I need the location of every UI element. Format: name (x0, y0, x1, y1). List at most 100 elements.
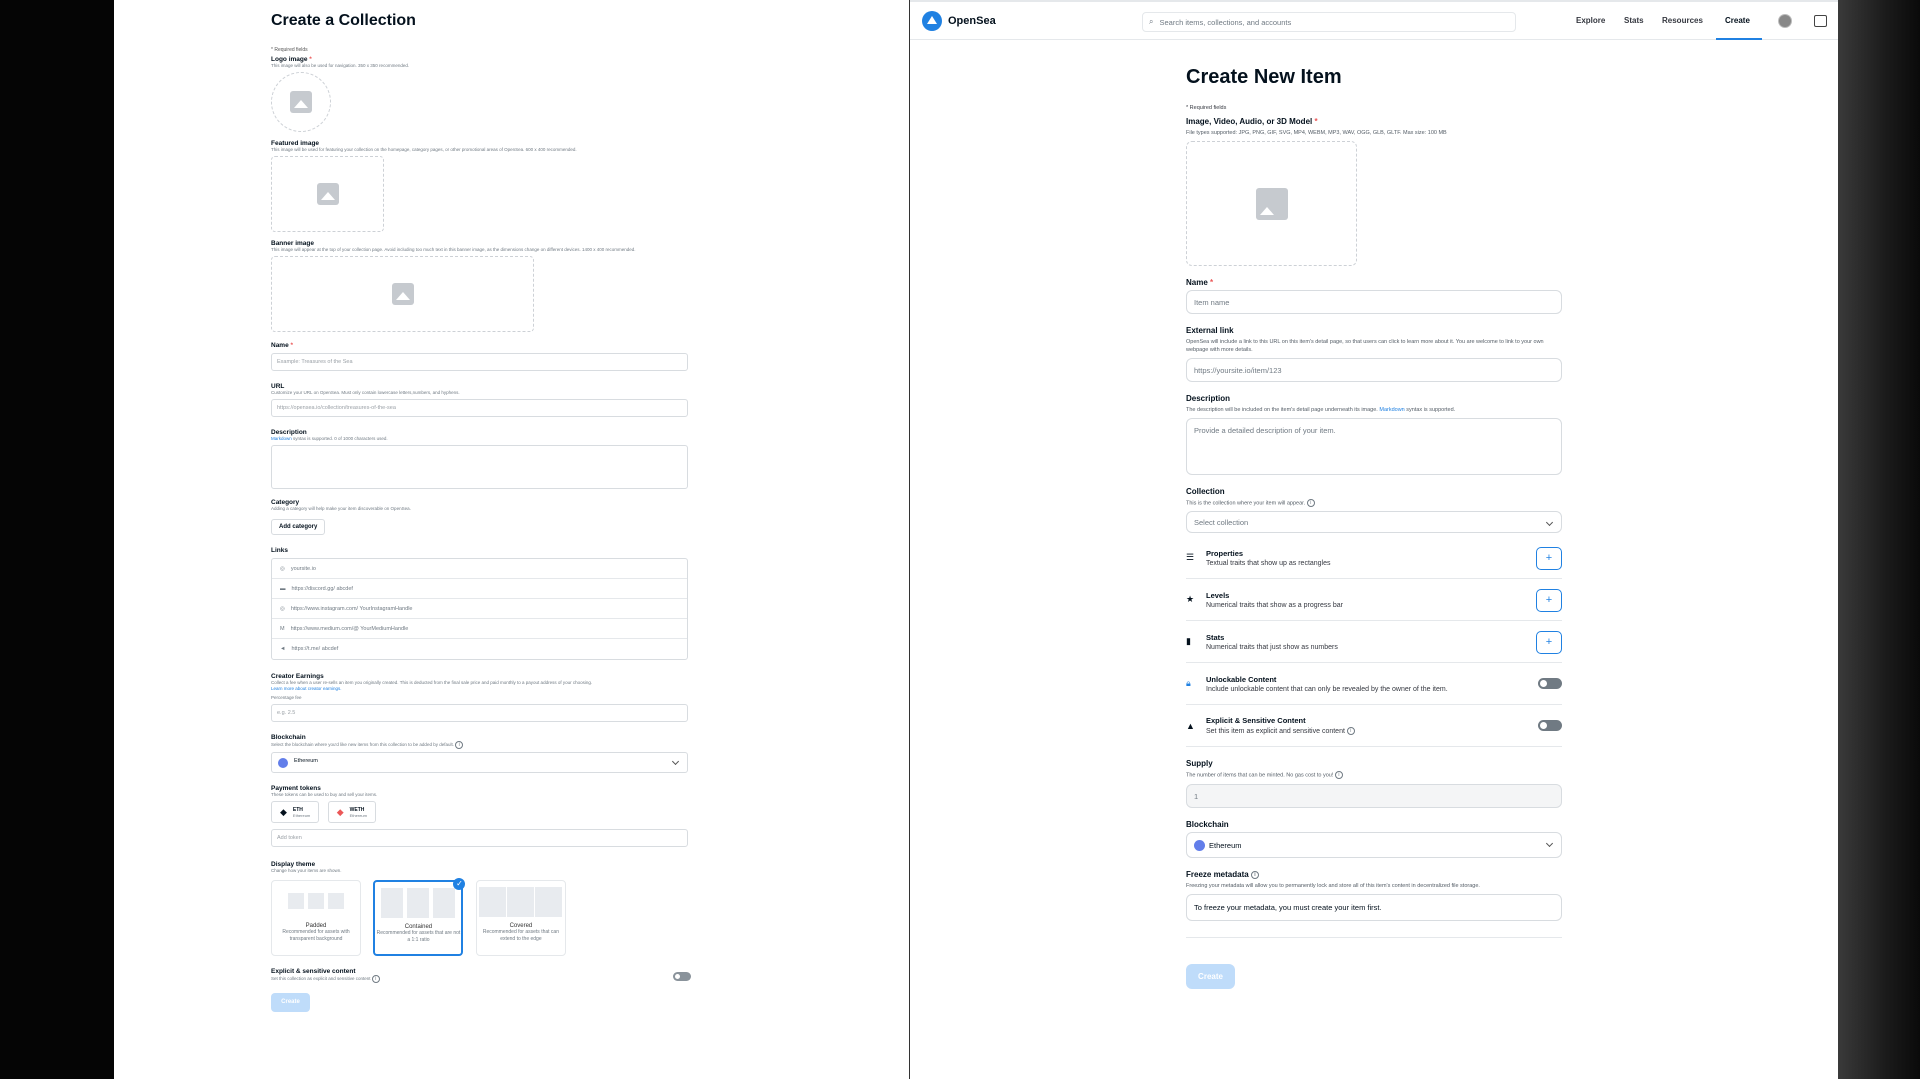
link-medium[interactable]: Mhttps://www.medium.com/@ YourMediumHand… (272, 619, 687, 639)
nav-resources[interactable]: Resources (1662, 16, 1703, 25)
description-desc: The description will be included on the … (1186, 407, 1456, 413)
item-name-input[interactable]: Item name (1186, 290, 1562, 314)
nav-explore[interactable]: Explore (1576, 16, 1605, 25)
theme-covered[interactable]: Covered Recommended for assets that can e… (475, 880, 566, 956)
links-label: Links (271, 547, 288, 554)
blockchain-select[interactable]: Ethereum (1186, 831, 1562, 858)
external-link-desc: OpenSea will include a link to this URL … (1186, 339, 1544, 353)
featured-desc: This image will be used for featuring yo… (271, 147, 577, 152)
search-input[interactable]: ⌕ Search items, collections, and account… (1142, 12, 1516, 32)
url-input[interactable]: https://opensea.io/collection/treasures-… (271, 399, 688, 417)
unlockable-toggle[interactable] (1538, 678, 1562, 690)
add-category-button[interactable]: Add category (271, 519, 326, 535)
required-note: * Required fields (1186, 105, 1227, 111)
weth-icon: ◆ (336, 806, 344, 817)
description-label: Description (1186, 394, 1231, 403)
banner-desc: This image will appear at the top of you… (271, 247, 636, 252)
url-desc: Customize your URL on OpenSea. Must only… (271, 390, 460, 395)
add-levels-button[interactable]: + (1536, 589, 1562, 613)
image-placeholder-icon (391, 283, 414, 305)
nav-stats[interactable]: Stats (1624, 16, 1644, 25)
logo-upload[interactable] (271, 72, 331, 132)
theme-label: Display theme (271, 861, 316, 868)
add-stats-button[interactable]: + (1536, 631, 1562, 655)
ethereum-icon (1194, 839, 1205, 851)
payment-label: Payment tokens (271, 785, 321, 792)
page-title: Create a Collection (271, 12, 416, 29)
media-desc: File types supported: JPG, PNG, GIF, SVG… (1186, 130, 1447, 136)
theme-padded[interactable]: Padded Recommended for assets with transp… (271, 880, 361, 956)
add-token-select[interactable]: Add token (271, 829, 688, 847)
add-properties-button[interactable]: + (1536, 547, 1562, 571)
description-textarea[interactable] (271, 445, 688, 489)
supply-input[interactable]: 1 (1186, 783, 1562, 808)
nav-create[interactable]: Create (1725, 16, 1750, 25)
chevron-down-icon (1545, 519, 1554, 527)
active-nav-indicator (1716, 38, 1762, 40)
link-instagram[interactable]: ◎ https://www.instagram.com/ YourInstagra… (272, 599, 687, 619)
learn-earnings-link[interactable]: Learn more about creator earnings. (271, 686, 342, 691)
description-label: Description (271, 429, 307, 436)
item-form: Create New Item * Required fields Image,… (1186, 66, 1562, 989)
instagram-icon: ◎ (280, 605, 285, 612)
media-upload[interactable] (1186, 141, 1357, 266)
theme-options: Padded Recommended for assets with transp… (271, 878, 691, 956)
explicit-toggle[interactable] (1538, 720, 1562, 732)
explicit-row: ▲ Explicit & Sensitive Content Set this i… (1186, 705, 1562, 748)
external-link-input[interactable]: https://yoursite.io/item/123 (1186, 358, 1562, 382)
star-icon: ★ (1186, 594, 1195, 605)
name-input[interactable]: Example: Treasures of the Sea (271, 353, 688, 371)
token-list: ◆ ETH Ethereum ◆ WETH Ethereum (271, 801, 691, 823)
collection-select[interactable]: Select collection (1186, 511, 1562, 534)
wallet-icon[interactable] (1814, 15, 1827, 27)
explicit-toggle[interactable] (673, 972, 691, 981)
blockchain-select[interactable]: Ethereum (271, 752, 688, 773)
token-weth: ◆ WETH Ethereum (327, 801, 376, 823)
form-divider (1186, 936, 1562, 938)
payment-desc: These tokens can be used to buy and sell… (271, 792, 378, 797)
link-telegram[interactable]: ◄ https://t.me/ abcdef (272, 639, 687, 659)
create-button[interactable]: Create (271, 993, 310, 1012)
markdown-link[interactable]: Markdown (271, 436, 292, 441)
earnings-label: Creator Earnings (271, 673, 324, 680)
featured-upload[interactable] (271, 156, 384, 232)
blockchain-label: Blockchain (1186, 819, 1229, 829)
blockchain-desc: Select the blockchain where you'd like n… (271, 741, 691, 749)
image-placeholder-icon (316, 183, 339, 205)
theme-desc: Change how your items are shown. (271, 868, 342, 873)
banner-upload[interactable] (271, 256, 534, 332)
collection-desc: This is the collection where your item w… (1186, 499, 1562, 507)
fee-input[interactable]: e.g. 2.5 (271, 704, 688, 722)
trait-properties: ☰ Properties Textual traits that show up … (1186, 537, 1562, 580)
name-label: Name * (271, 342, 294, 349)
opensea-logo-icon (922, 11, 942, 31)
freeze-desc: Freezing your metadata will allow you to… (1186, 882, 1480, 889)
medium-icon: M (280, 625, 285, 632)
required-note: * Required fields (271, 47, 308, 53)
freeze-metadata-field: To freeze your metadata, you must create… (1186, 893, 1562, 921)
brand-logo[interactable]: OpenSea (922, 11, 996, 31)
list-icon: ☰ (1186, 552, 1195, 563)
supply-desc: The number of items that can be minted. … (1186, 771, 1562, 780)
ethereum-icon (278, 758, 288, 768)
warning-icon: ▲ (1186, 720, 1195, 731)
links-group: ◎ yoursite.io ▬ https://discord.gg/ abcdef… (271, 558, 688, 660)
link-discord[interactable]: ▬ https://discord.gg/ abcdef (272, 579, 687, 599)
theme-contained[interactable]: ✓ Contained Recommended for assets that ar… (373, 878, 466, 956)
featured-label: Featured image (271, 140, 320, 147)
globe-icon: ◎ (280, 565, 285, 572)
description-textarea[interactable]: Provide a detailed description of your i… (1186, 418, 1562, 475)
trait-stats: ▮ Stats Numerical traits that just show a… (1186, 621, 1562, 664)
lock-icon: 🔒︎ (1186, 678, 1191, 689)
avatar[interactable] (1778, 14, 1792, 28)
brand-name: OpenSea (948, 15, 996, 27)
name-label: Name * (1186, 278, 1214, 287)
logo-label: Logo image * (271, 56, 312, 63)
create-button[interactable]: Create (1186, 963, 1235, 989)
telegram-icon: ◄ (280, 646, 286, 652)
background-edge (1838, 0, 1920, 1079)
markdown-link[interactable]: Markdown (1379, 407, 1404, 413)
url-label: URL (271, 383, 285, 390)
external-link-label: External link (1186, 326, 1234, 335)
link-website[interactable]: ◎ yoursite.io (272, 559, 687, 579)
